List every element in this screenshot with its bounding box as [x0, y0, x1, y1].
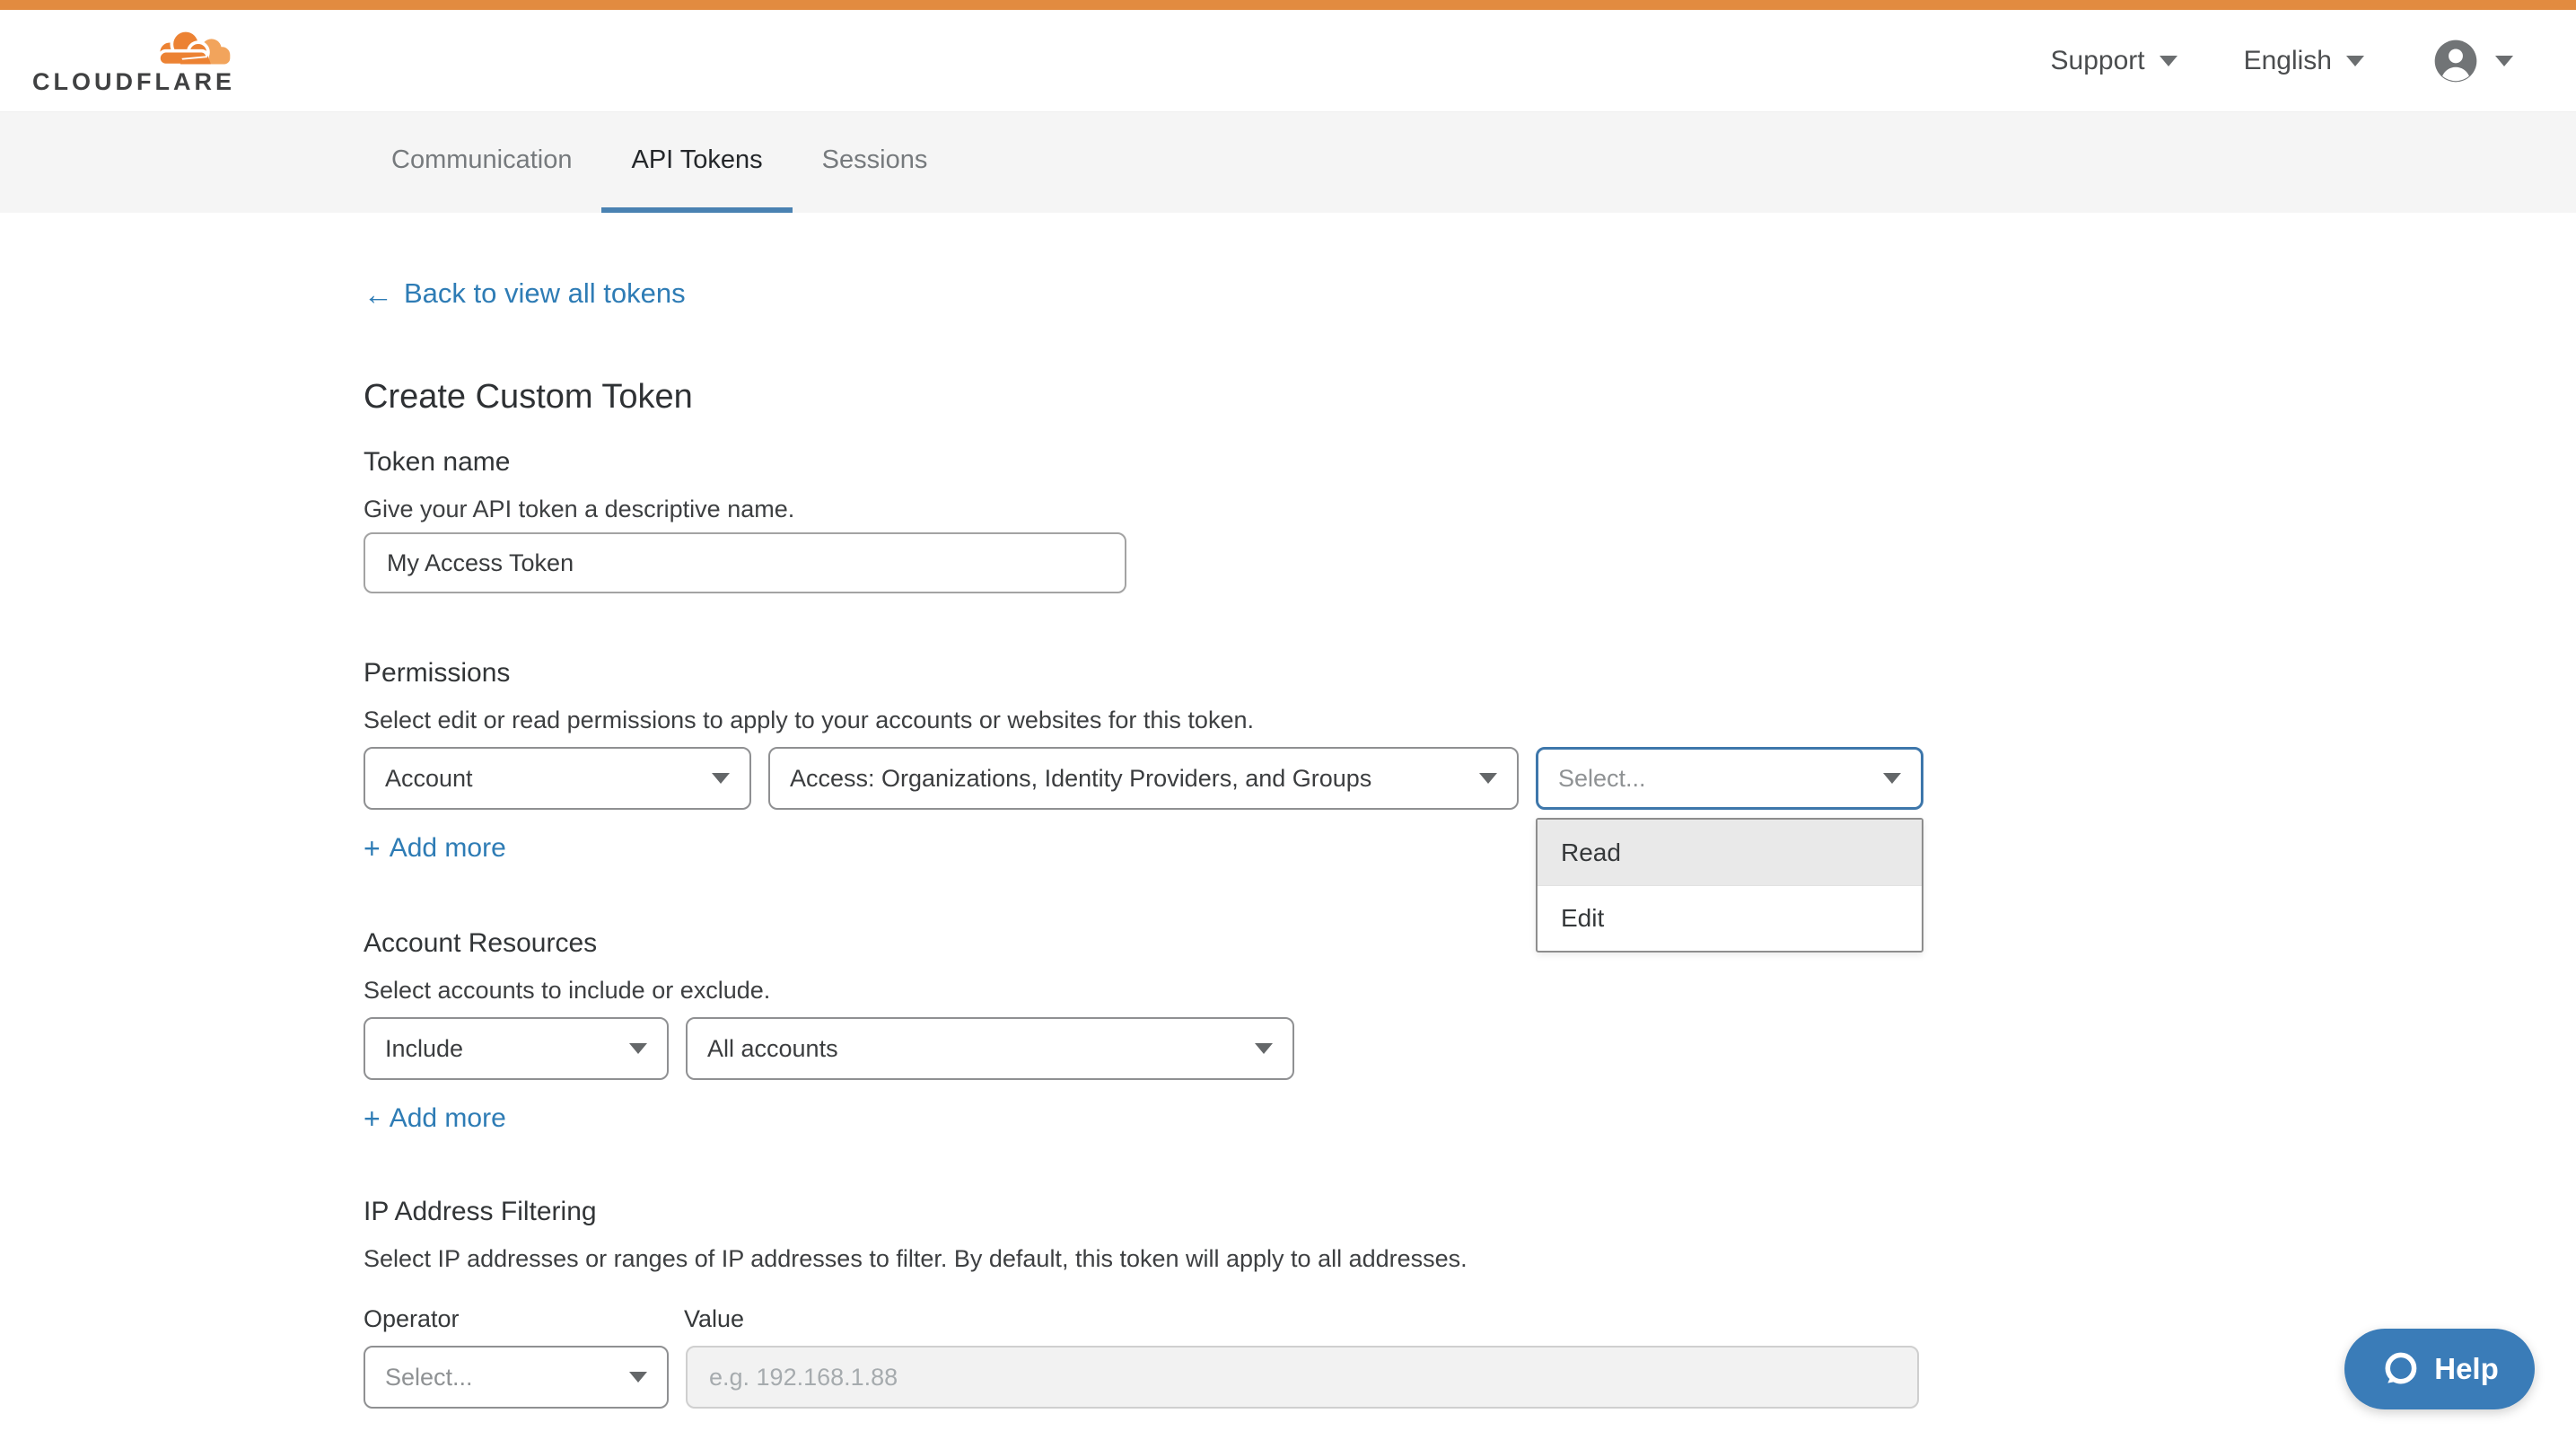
support-label: Support	[2051, 46, 2145, 76]
ip-filtering-heading: IP Address Filtering	[364, 1197, 1925, 1227]
cloudflare-logo[interactable]: CLOUDFLARE	[32, 27, 235, 94]
ip-filtering-row: Select...	[364, 1346, 1925, 1409]
account-resources-row: Include All accounts	[364, 1017, 1925, 1080]
main-content: ← Back to view all tokens Create Custom …	[364, 213, 1925, 1409]
operator-placeholder: Select...	[385, 1364, 473, 1391]
value-label: Value	[684, 1305, 744, 1333]
accounts-select[interactable]: All accounts	[686, 1017, 1294, 1080]
help-button[interactable]: Help	[2344, 1329, 2535, 1409]
ip-filtering-labels: Operator Value	[364, 1305, 1925, 1333]
account-menu[interactable]	[2431, 36, 2513, 86]
account-resources-section: Account Resources Select accounts to inc…	[364, 928, 1925, 1134]
cloudflare-cloud-icon	[147, 27, 233, 68]
add-more-permissions[interactable]: + Add more	[364, 833, 506, 864]
permission-level-select[interactable]: Select... Read Edit	[1536, 747, 1923, 810]
back-link[interactable]: ← Back to view all tokens	[364, 277, 686, 310]
language-label: English	[2244, 46, 2332, 76]
menu-option-read[interactable]: Read	[1538, 820, 1922, 885]
chevron-down-icon	[1883, 773, 1901, 784]
add-more-label: Add more	[390, 833, 506, 864]
avatar-icon	[2431, 36, 2481, 86]
permission-level-menu: Read Edit	[1536, 818, 1923, 953]
token-name-input[interactable]	[364, 532, 1126, 593]
tab-api-tokens[interactable]: API Tokens	[601, 112, 792, 213]
permission-resource-select[interactable]: Access: Organizations, Identity Provider…	[768, 747, 1519, 810]
operator-label: Operator	[364, 1305, 684, 1333]
permission-level-placeholder: Select...	[1558, 765, 1646, 793]
header-right: Support English	[2051, 36, 2513, 86]
header: CLOUDFLARE Support English	[0, 10, 2576, 111]
support-dropdown[interactable]: Support	[2051, 46, 2177, 76]
token-name-heading: Token name	[364, 447, 1925, 478]
permission-scope-select[interactable]: Account	[364, 747, 751, 810]
page-title: Create Custom Token	[364, 378, 1925, 417]
top-accent-bar	[0, 0, 2576, 10]
plus-icon: +	[364, 834, 381, 863]
cloudflare-logo-text: CLOUDFLARE	[32, 70, 235, 94]
help-label: Help	[2434, 1352, 2499, 1386]
chevron-down-icon	[2160, 56, 2177, 66]
add-more-account-resources[interactable]: + Add more	[364, 1103, 506, 1134]
include-exclude-value: Include	[385, 1035, 463, 1063]
add-more-label: Add more	[390, 1103, 506, 1134]
ip-value-input[interactable]	[686, 1346, 1919, 1409]
permissions-description: Select edit or read permissions to apply…	[364, 707, 1925, 734]
language-dropdown[interactable]: English	[2244, 46, 2364, 76]
tabbar: Communication API Tokens Sessions	[0, 111, 2576, 213]
chevron-down-icon	[1479, 773, 1497, 784]
tab-communication[interactable]: Communication	[362, 112, 601, 213]
permissions-heading: Permissions	[364, 658, 1925, 689]
accounts-value: All accounts	[707, 1035, 838, 1063]
chat-bubble-icon	[2380, 1349, 2420, 1389]
token-name-section: Token name Give your API token a descrip…	[364, 447, 1925, 593]
permission-scope-value: Account	[385, 765, 473, 793]
ip-filtering-description: Select IP addresses or ranges of IP addr…	[364, 1245, 1925, 1273]
back-link-label: Back to view all tokens	[404, 277, 686, 310]
permissions-section: Permissions Select edit or read permissi…	[364, 658, 1925, 864]
account-resources-description: Select accounts to include or exclude.	[364, 977, 1925, 1005]
arrow-left-icon: ←	[364, 279, 393, 309]
tab-sessions[interactable]: Sessions	[793, 112, 958, 213]
ip-filtering-section: IP Address Filtering Select IP addresses…	[364, 1197, 1925, 1409]
chevron-down-icon	[629, 1372, 647, 1383]
plus-icon: +	[364, 1104, 381, 1133]
chevron-down-icon	[629, 1043, 647, 1054]
operator-select[interactable]: Select...	[364, 1346, 669, 1409]
token-name-description: Give your API token a descriptive name.	[364, 496, 1925, 523]
chevron-down-icon	[712, 773, 730, 784]
permissions-row: Account Access: Organizations, Identity …	[364, 747, 1925, 810]
include-exclude-select[interactable]: Include	[364, 1017, 669, 1080]
menu-option-edit[interactable]: Edit	[1538, 885, 1922, 951]
permission-resource-value: Access: Organizations, Identity Provider…	[790, 765, 1371, 793]
chevron-down-icon	[2346, 56, 2364, 66]
chevron-down-icon	[1255, 1043, 1273, 1054]
chevron-down-icon	[2495, 56, 2513, 66]
